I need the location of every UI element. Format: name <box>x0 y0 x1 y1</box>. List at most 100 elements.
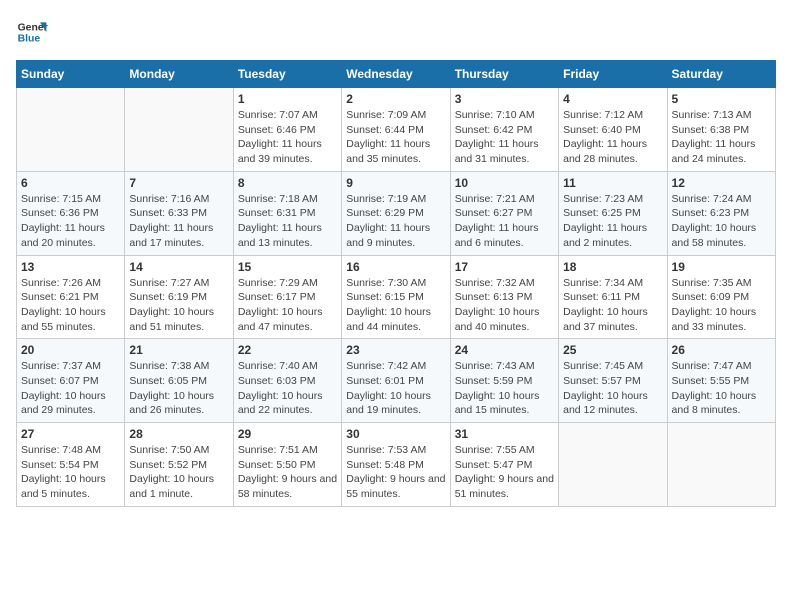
calendar-cell: 13 Sunrise: 7:26 AM Sunset: 6:21 PM Dayli… <box>17 255 125 339</box>
day-number: 28 <box>129 427 228 441</box>
calendar-cell: 7 Sunrise: 7:16 AM Sunset: 6:33 PM Daylig… <box>125 171 233 255</box>
day-number: 21 <box>129 343 228 357</box>
calendar-cell: 1 Sunrise: 7:07 AM Sunset: 6:46 PM Daylig… <box>233 88 341 172</box>
day-info: Sunrise: 7:27 AM Sunset: 6:19 PM Dayligh… <box>129 276 228 335</box>
calendar-cell: 29Sunrise: 7:51 AM Sunset: 5:50 PM Dayli… <box>233 423 341 507</box>
day-info: Sunrise: 7:19 AM Sunset: 6:29 PM Dayligh… <box>346 192 445 251</box>
day-number: 2 <box>346 92 445 106</box>
calendar-cell: 9 Sunrise: 7:19 AM Sunset: 6:29 PM Daylig… <box>342 171 450 255</box>
day-info: Sunrise: 7:53 AM Sunset: 5:48 PM Dayligh… <box>346 443 445 502</box>
day-number: 20 <box>21 343 120 357</box>
day-number: 6 <box>21 176 120 190</box>
day-number: 8 <box>238 176 337 190</box>
page-header: General Blue <box>16 16 776 48</box>
day-number: 27 <box>21 427 120 441</box>
calendar-cell: 19Sunrise: 7:35 AM Sunset: 6:09 PM Dayli… <box>667 255 775 339</box>
calendar-cell: 16 Sunrise: 7:30 AM Sunset: 6:15 PM Dayli… <box>342 255 450 339</box>
weekday-header-thursday: Thursday <box>450 61 558 88</box>
day-number: 24 <box>455 343 554 357</box>
weekday-header-saturday: Saturday <box>667 61 775 88</box>
day-number: 1 <box>238 92 337 106</box>
calendar-cell: 31Sunrise: 7:55 AM Sunset: 5:47 PM Dayli… <box>450 423 558 507</box>
calendar-cell: 8 Sunrise: 7:18 AM Sunset: 6:31 PM Daylig… <box>233 171 341 255</box>
calendar-cell: 24 Sunrise: 7:43 AM Sunset: 5:59 PM Dayli… <box>450 339 558 423</box>
day-info: Sunrise: 7:38 AM Sunset: 6:05 PM Dayligh… <box>129 359 228 418</box>
day-info: Sunrise: 7:21 AM Sunset: 6:27 PM Dayligh… <box>455 192 554 251</box>
day-number: 23 <box>346 343 445 357</box>
calendar-cell: 23 Sunrise: 7:42 AM Sunset: 6:01 PM Dayli… <box>342 339 450 423</box>
day-number: 4 <box>563 92 662 106</box>
day-info: Sunrise: 7:42 AM Sunset: 6:01 PM Dayligh… <box>346 359 445 418</box>
calendar-cell <box>559 423 667 507</box>
calendar-cell: 18 Sunrise: 7:34 AM Sunset: 6:11 PM Dayli… <box>559 255 667 339</box>
weekday-header-sunday: Sunday <box>17 61 125 88</box>
weekday-header-row: SundayMondayTuesdayWednesdayThursdayFrid… <box>17 61 776 88</box>
day-number: 18 <box>563 260 662 274</box>
week-row-5: 27 Sunrise: 7:48 AM Sunset: 5:54 PM Dayli… <box>17 423 776 507</box>
day-number: 25 <box>563 343 662 357</box>
day-number: 16 <box>346 260 445 274</box>
day-info: Sunrise: 7:07 AM Sunset: 6:46 PM Dayligh… <box>238 108 337 167</box>
calendar-cell <box>667 423 775 507</box>
calendar-cell: 17 Sunrise: 7:32 AM Sunset: 6:13 PM Dayli… <box>450 255 558 339</box>
day-number: 29 <box>238 427 337 441</box>
day-info: Sunrise: 7:16 AM Sunset: 6:33 PM Dayligh… <box>129 192 228 251</box>
day-number: 12 <box>672 176 771 190</box>
calendar-cell: 6 Sunrise: 7:15 AM Sunset: 6:36 PM Daylig… <box>17 171 125 255</box>
day-info: Sunrise: 7:50 AM Sunset: 5:52 PM Dayligh… <box>129 443 228 502</box>
day-number: 10 <box>455 176 554 190</box>
calendar-cell <box>125 88 233 172</box>
day-info: Sunrise: 7:32 AM Sunset: 6:13 PM Dayligh… <box>455 276 554 335</box>
calendar-cell: 10 Sunrise: 7:21 AM Sunset: 6:27 PM Dayli… <box>450 171 558 255</box>
day-number: 17 <box>455 260 554 274</box>
logo-icon: General Blue <box>16 16 48 48</box>
calendar-cell: 12Sunrise: 7:24 AM Sunset: 6:23 PM Dayli… <box>667 171 775 255</box>
calendar-cell: 4Sunrise: 7:12 AM Sunset: 6:40 PM Daylig… <box>559 88 667 172</box>
day-info: Sunrise: 7:37 AM Sunset: 6:07 PM Dayligh… <box>21 359 120 418</box>
day-number: 5 <box>672 92 771 106</box>
day-info: Sunrise: 7:23 AM Sunset: 6:25 PM Dayligh… <box>563 192 662 251</box>
calendar-cell: 3 Sunrise: 7:10 AM Sunset: 6:42 PM Daylig… <box>450 88 558 172</box>
day-info: Sunrise: 7:35 AM Sunset: 6:09 PM Dayligh… <box>672 276 771 335</box>
day-number: 7 <box>129 176 228 190</box>
svg-text:Blue: Blue <box>18 34 41 45</box>
calendar-table: SundayMondayTuesdayWednesdayThursdayFrid… <box>16 60 776 507</box>
day-number: 13 <box>21 260 120 274</box>
calendar-cell: 27 Sunrise: 7:48 AM Sunset: 5:54 PM Dayli… <box>17 423 125 507</box>
day-number: 14 <box>129 260 228 274</box>
day-info: Sunrise: 7:09 AM Sunset: 6:44 PM Dayligh… <box>346 108 445 167</box>
calendar-cell: 30Sunrise: 7:53 AM Sunset: 5:48 PM Dayli… <box>342 423 450 507</box>
weekday-header-tuesday: Tuesday <box>233 61 341 88</box>
day-number: 3 <box>455 92 554 106</box>
calendar-cell: 5Sunrise: 7:13 AM Sunset: 6:38 PM Daylig… <box>667 88 775 172</box>
day-number: 26 <box>672 343 771 357</box>
day-info: Sunrise: 7:18 AM Sunset: 6:31 PM Dayligh… <box>238 192 337 251</box>
day-info: Sunrise: 7:10 AM Sunset: 6:42 PM Dayligh… <box>455 108 554 167</box>
calendar-cell: 26 Sunrise: 7:47 AM Sunset: 5:55 PM Dayli… <box>667 339 775 423</box>
calendar-cell: 15Sunrise: 7:29 AM Sunset: 6:17 PM Dayli… <box>233 255 341 339</box>
day-info: Sunrise: 7:26 AM Sunset: 6:21 PM Dayligh… <box>21 276 120 335</box>
calendar-cell <box>17 88 125 172</box>
calendar-cell: 14 Sunrise: 7:27 AM Sunset: 6:19 PM Dayli… <box>125 255 233 339</box>
week-row-1: 1 Sunrise: 7:07 AM Sunset: 6:46 PM Daylig… <box>17 88 776 172</box>
week-row-2: 6 Sunrise: 7:15 AM Sunset: 6:36 PM Daylig… <box>17 171 776 255</box>
day-number: 22 <box>238 343 337 357</box>
day-info: Sunrise: 7:48 AM Sunset: 5:54 PM Dayligh… <box>21 443 120 502</box>
calendar-cell: 22Sunrise: 7:40 AM Sunset: 6:03 PM Dayli… <box>233 339 341 423</box>
day-info: Sunrise: 7:30 AM Sunset: 6:15 PM Dayligh… <box>346 276 445 335</box>
day-number: 11 <box>563 176 662 190</box>
week-row-4: 20 Sunrise: 7:37 AM Sunset: 6:07 PM Dayli… <box>17 339 776 423</box>
day-info: Sunrise: 7:43 AM Sunset: 5:59 PM Dayligh… <box>455 359 554 418</box>
day-info: Sunrise: 7:15 AM Sunset: 6:36 PM Dayligh… <box>21 192 120 251</box>
day-info: Sunrise: 7:47 AM Sunset: 5:55 PM Dayligh… <box>672 359 771 418</box>
calendar-cell: 2 Sunrise: 7:09 AM Sunset: 6:44 PM Daylig… <box>342 88 450 172</box>
calendar-cell: 11 Sunrise: 7:23 AM Sunset: 6:25 PM Dayli… <box>559 171 667 255</box>
day-number: 15 <box>238 260 337 274</box>
calendar-cell: 28 Sunrise: 7:50 AM Sunset: 5:52 PM Dayli… <box>125 423 233 507</box>
day-info: Sunrise: 7:45 AM Sunset: 5:57 PM Dayligh… <box>563 359 662 418</box>
day-info: Sunrise: 7:34 AM Sunset: 6:11 PM Dayligh… <box>563 276 662 335</box>
weekday-header-monday: Monday <box>125 61 233 88</box>
day-info: Sunrise: 7:55 AM Sunset: 5:47 PM Dayligh… <box>455 443 554 502</box>
day-number: 9 <box>346 176 445 190</box>
weekday-header-friday: Friday <box>559 61 667 88</box>
